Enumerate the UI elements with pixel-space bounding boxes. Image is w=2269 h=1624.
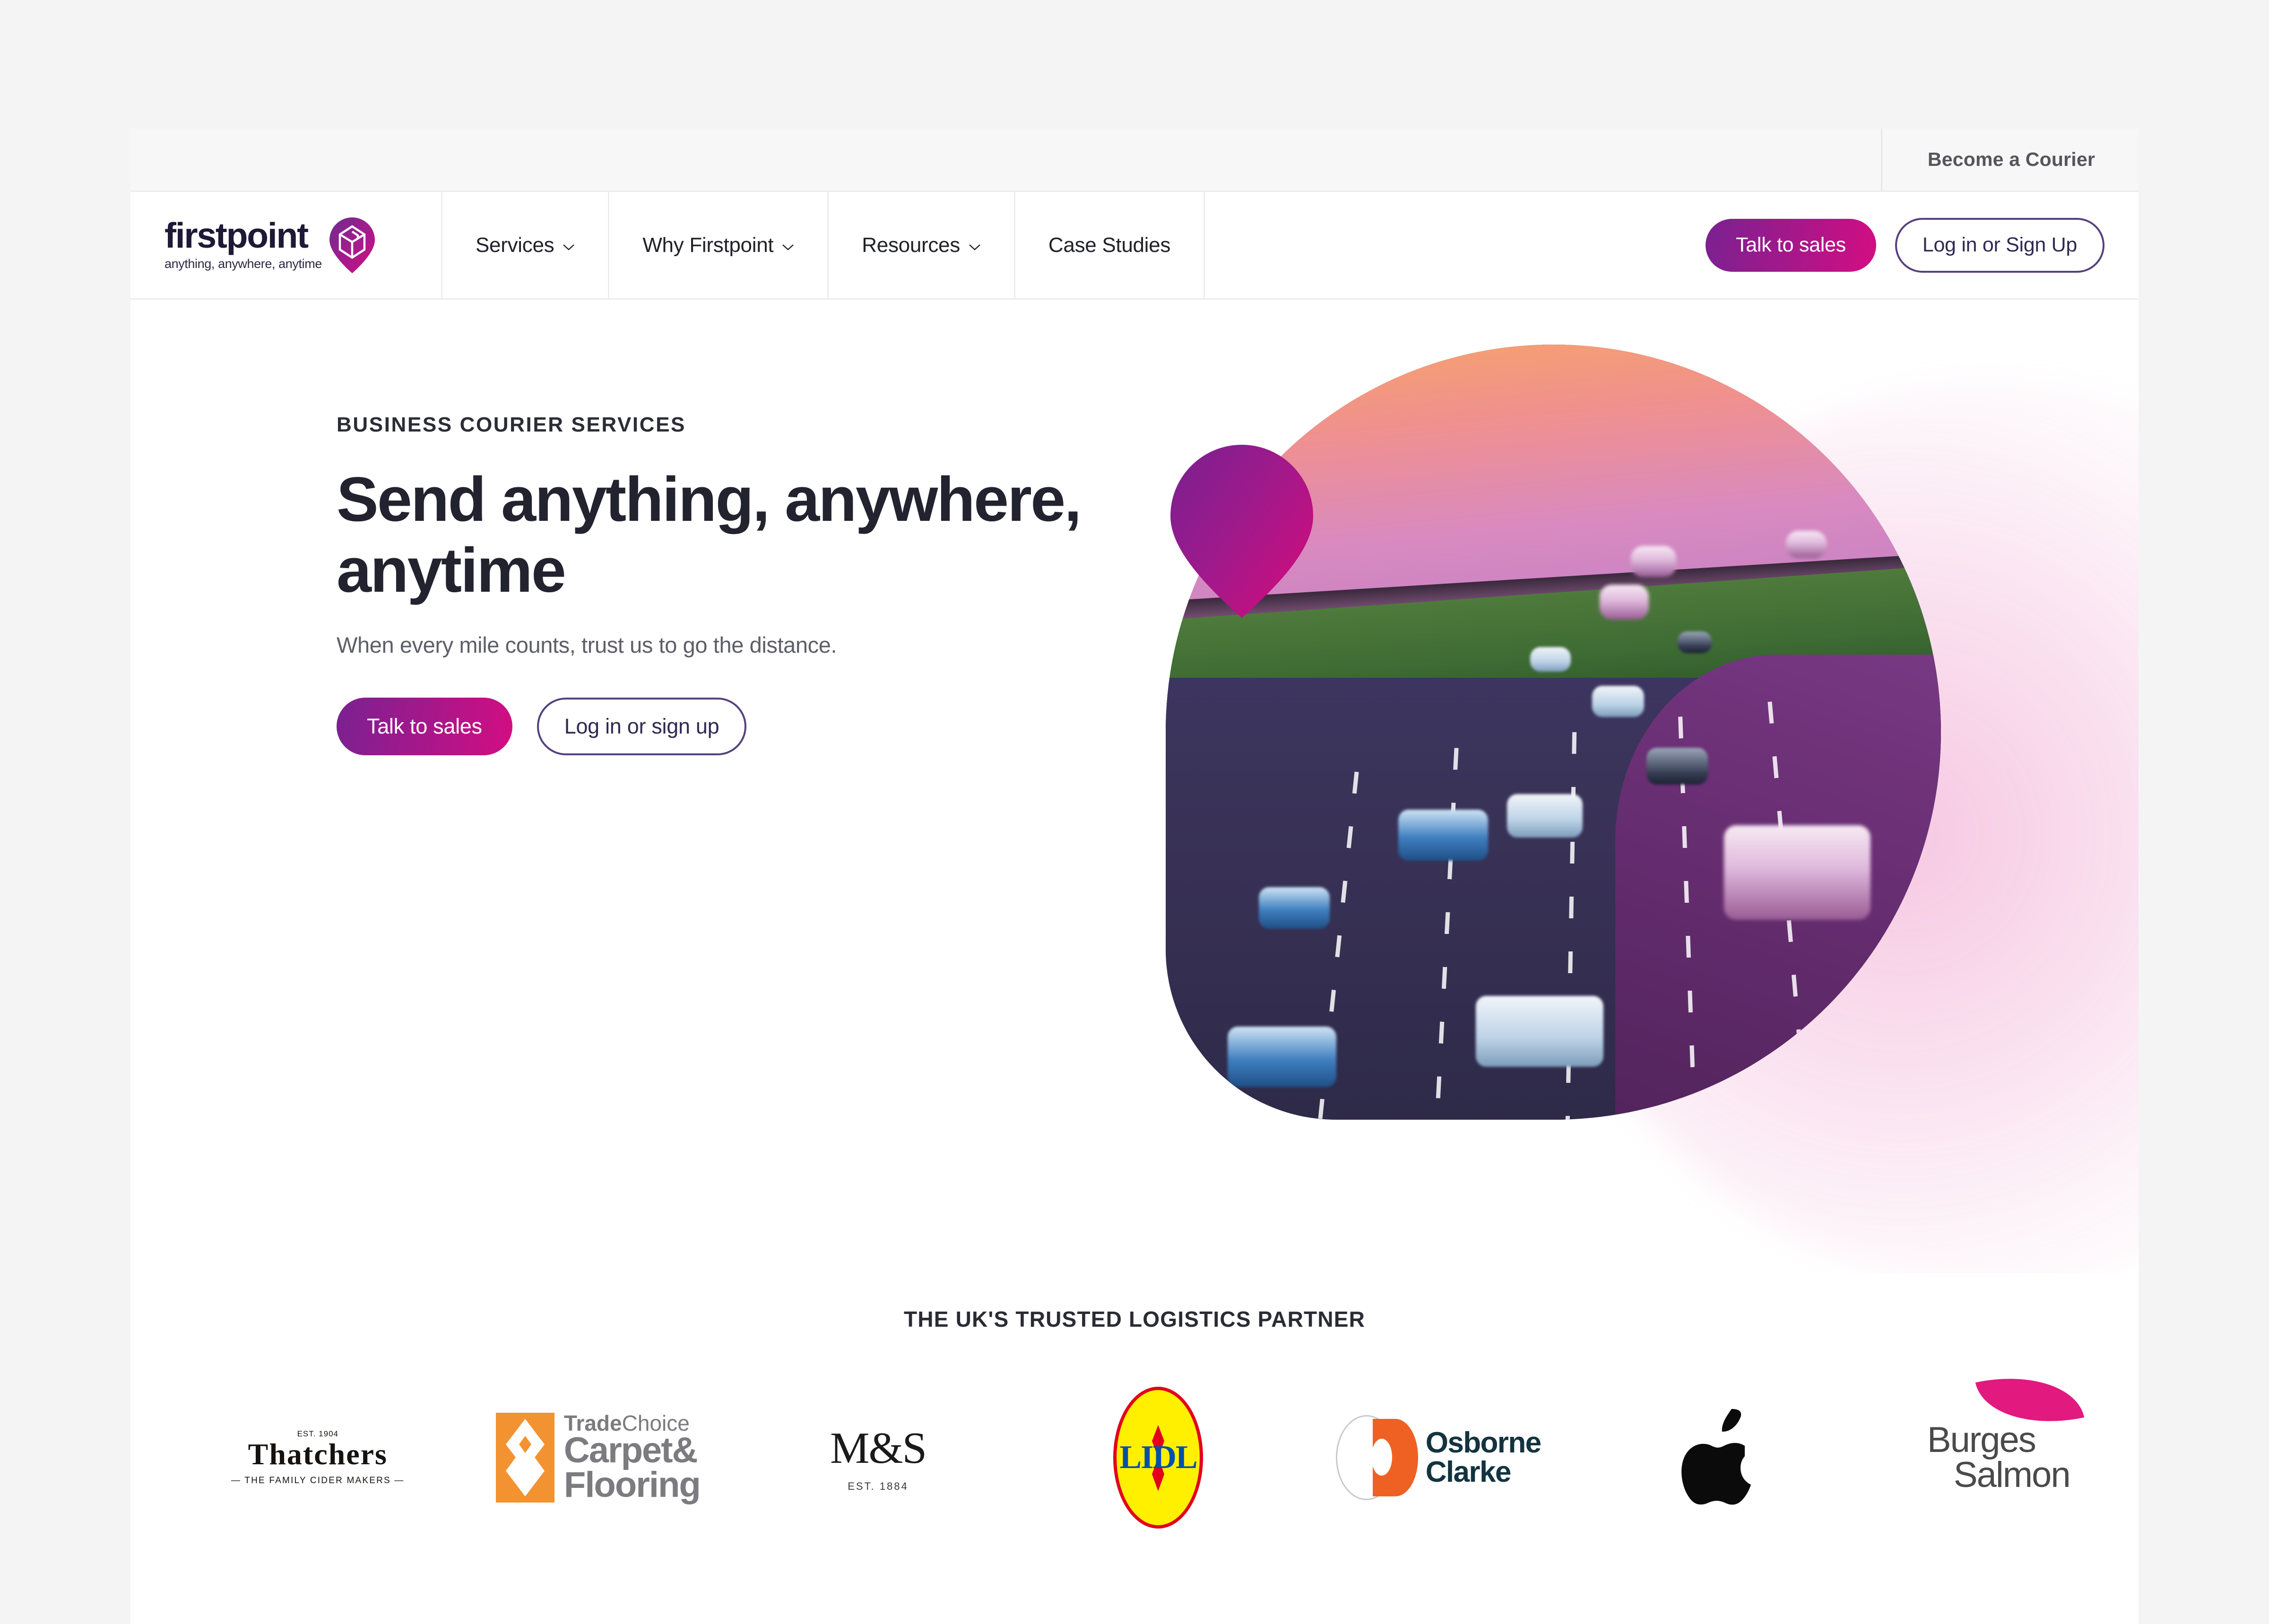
trade-choice-line2: Carpet& (563, 1430, 698, 1471)
partner-logo-row: EST. 1904 Thatchers — THE FAMILY CIDER M… (130, 1362, 2139, 1529)
nav-item-label: Case Studies (1048, 233, 1171, 257)
nav-item-label: Why Firstpoint (642, 233, 774, 257)
osborne-clarke-line2: Clarke (1425, 1456, 1512, 1488)
nav-item-resources[interactable]: Resources (829, 192, 1015, 298)
nav-item-label: Resources (862, 233, 960, 257)
hero-section: BUSINESS COURIER SERVICES Send anything,… (130, 300, 2139, 1273)
nav-item-case-studies[interactable]: Case Studies (1015, 192, 1205, 298)
partner-logo-thatchers: EST. 1904 Thatchers — THE FAMILY CIDER M… (178, 1387, 458, 1529)
trade-choice-line3: Flooring (563, 1465, 701, 1505)
location-pin-package-icon (329, 217, 375, 273)
partners-section: THE UK'S TRUSTED LOGISTICS PARTNER EST. … (130, 1273, 2139, 1529)
brand-name: firstpoint (165, 216, 309, 256)
brand-tagline: anything, anywhere, anytime (165, 256, 322, 271)
hero-subhead: When every mile counts, trust us to go t… (337, 632, 837, 657)
partner-logo-osborne-clarke: Osborne Clarke (1298, 1387, 1578, 1529)
mands-wordmark: M&S (830, 1424, 927, 1473)
chevron-down-icon (969, 244, 980, 251)
burges-salmon-line1: Burges (1927, 1419, 2036, 1460)
osborne-clarke-line1: Osborne (1425, 1426, 1542, 1459)
location-pin-marker-icon (1170, 445, 1313, 618)
chevron-down-icon (782, 244, 794, 251)
become-a-courier-cell[interactable]: Become a Courier (1880, 129, 2139, 191)
apple-logo-icon (1681, 1409, 1751, 1505)
nav-item-label: Services (476, 233, 554, 257)
main-navigation: firstpoint anything, anywhere, anytime S… (130, 192, 2139, 300)
talk-to-sales-button[interactable]: Talk to sales (1706, 218, 1876, 272)
osborne-clarke-mark-icon (1335, 1415, 1421, 1500)
hero-eyebrow: BUSINESS COURIER SERVICES (337, 413, 686, 436)
chevron-down-icon (563, 244, 575, 251)
mands-est: EST. 1884 (848, 1480, 909, 1492)
hero-login-signup-button[interactable]: Log in or sign up (537, 697, 747, 755)
thatchers-wordmark: Thatchers (248, 1437, 388, 1471)
utility-bar: Become a Courier (130, 129, 2139, 192)
become-a-courier-link[interactable]: Become a Courier (1928, 148, 2095, 171)
hero-copy: BUSINESS COURIER SERVICES Send anything,… (337, 413, 1150, 755)
nav-item-why-firstpoint[interactable]: Why Firstpoint (609, 192, 829, 298)
hero-cta-group: Talk to sales Log in or sign up (337, 697, 1150, 755)
partner-logo-mands: M&S EST. 1884 (738, 1387, 1018, 1529)
trade-choice-diamond-icon (495, 1413, 554, 1503)
nav-actions: Talk to sales Log in or Sign Up (1706, 192, 2139, 298)
login-signup-button[interactable]: Log in or Sign Up (1895, 217, 2104, 273)
thatchers-tagline: — THE FAMILY CIDER MAKERS — (231, 1476, 405, 1486)
lidl-wordmark: LIDL (1119, 1439, 1197, 1476)
hero-image (1166, 345, 1941, 1120)
nav-items: Services Why Firstpoint Resources Case S… (442, 192, 1205, 298)
brand-logo[interactable]: firstpoint anything, anywhere, anytime (130, 192, 442, 298)
partner-logo-trade-choice: TradeChoice Carpet& Flooring (458, 1387, 738, 1529)
partner-logo-apple (1578, 1387, 1859, 1529)
page-title: Send anything, anywhere, anytime (337, 465, 1082, 606)
hero-talk-to-sales-button[interactable]: Talk to sales (337, 697, 512, 755)
page-root: Become a Courier firstpoint anything, an… (130, 129, 2139, 1624)
nav-item-services[interactable]: Services (442, 192, 610, 298)
burges-salmon-line2: Salmon (1953, 1455, 2071, 1495)
partner-logo-burges-salmon: Burges Salmon (1858, 1362, 2139, 1529)
partners-title: THE UK'S TRUSTED LOGISTICS PARTNER (903, 1307, 1366, 1331)
partner-logo-lidl: LIDL (1018, 1387, 1299, 1529)
